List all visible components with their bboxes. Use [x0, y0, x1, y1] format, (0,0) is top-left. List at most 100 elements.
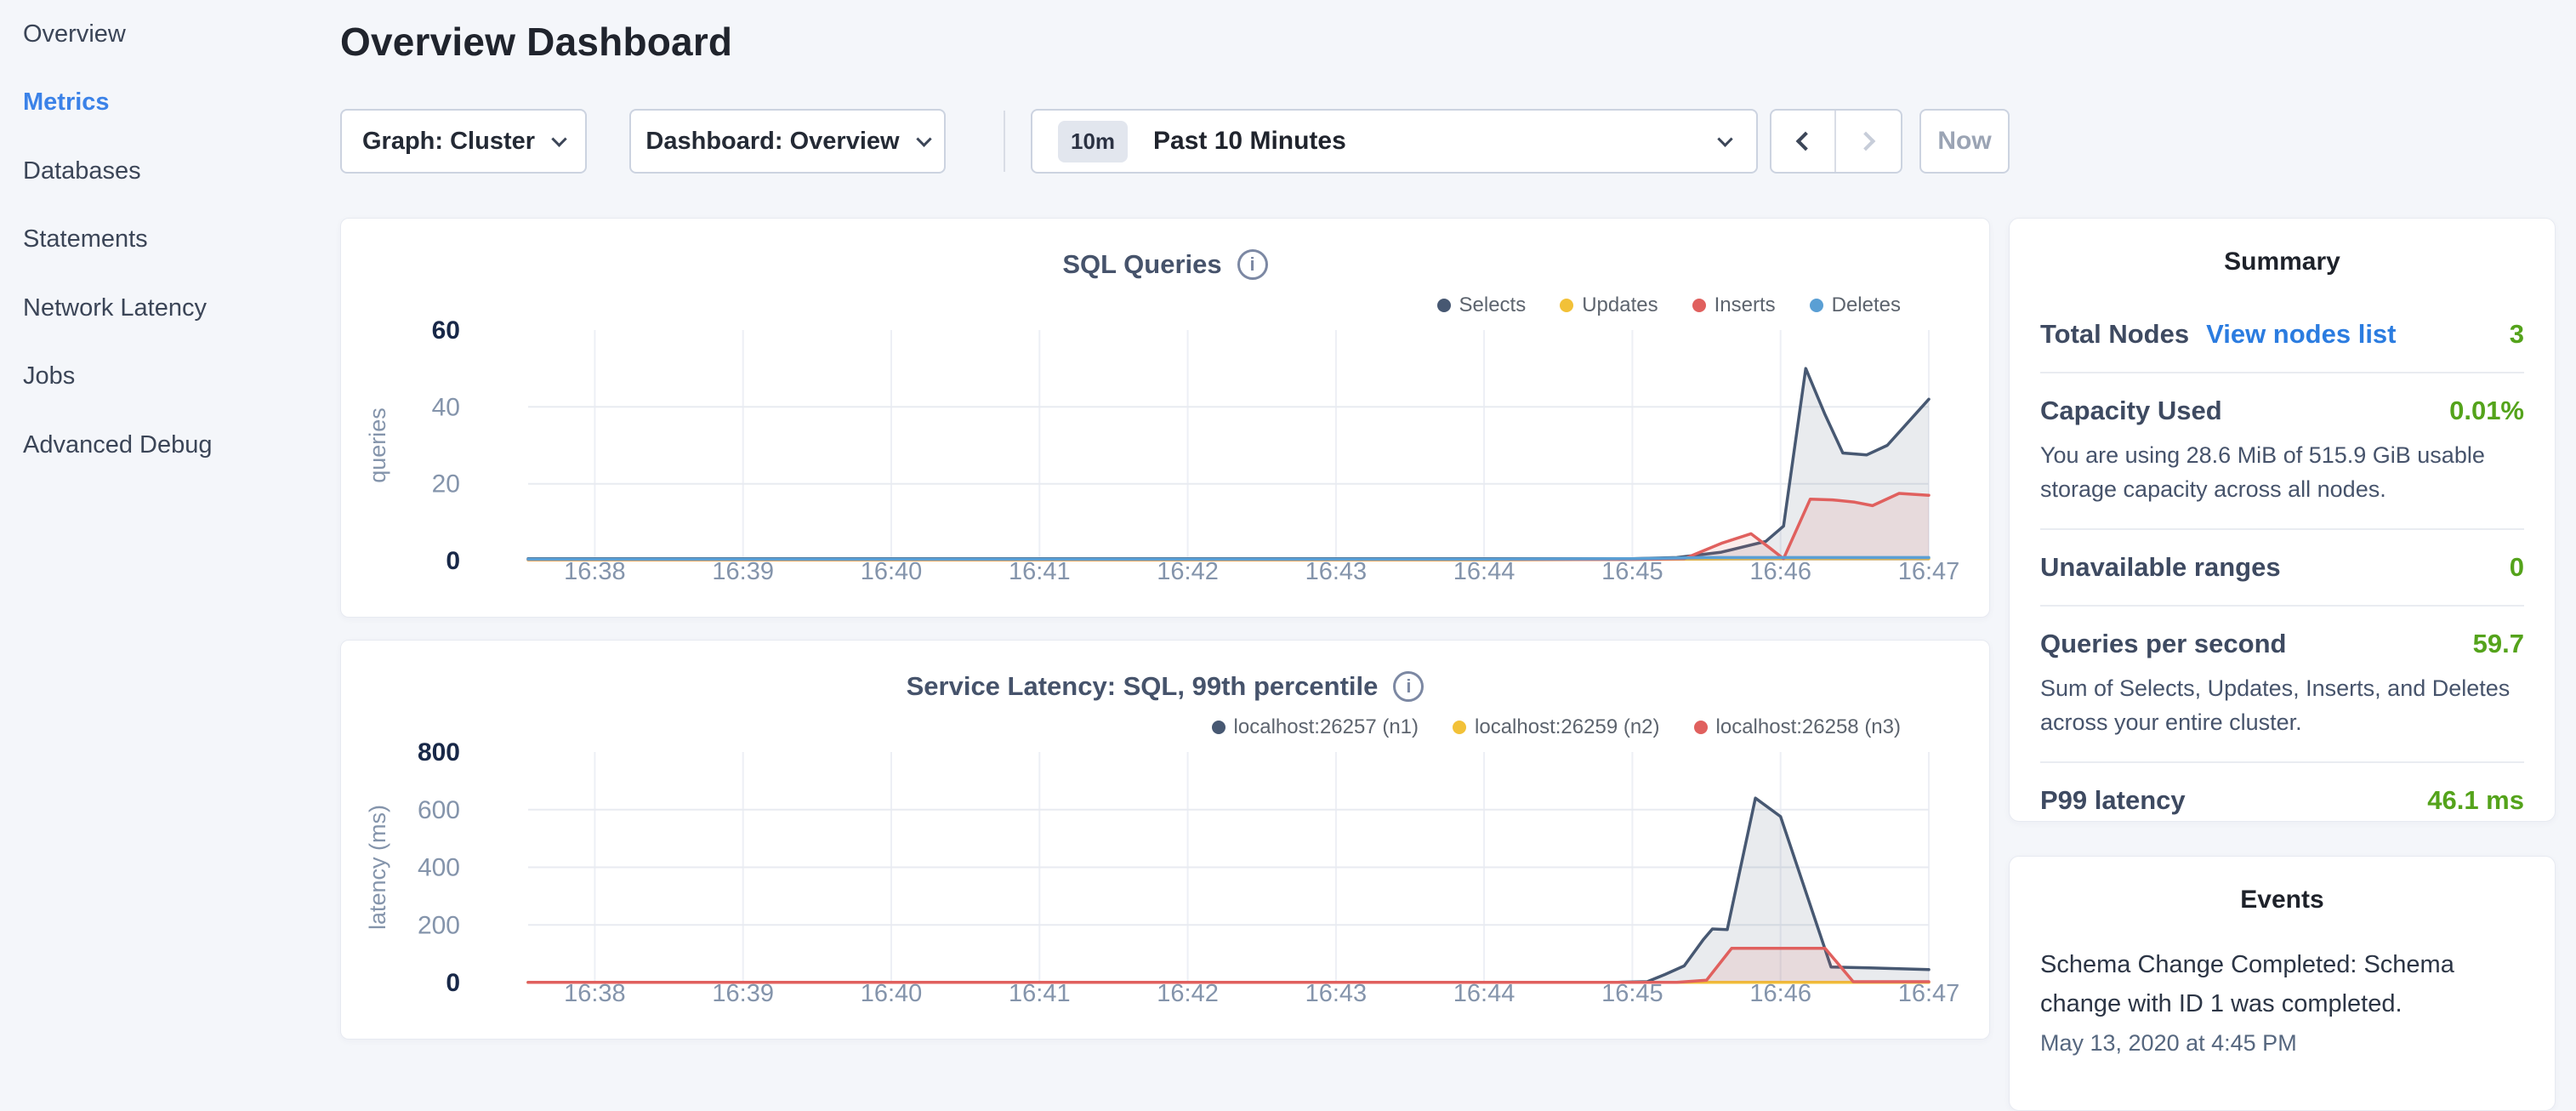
svg-text:16:44: 16:44	[1453, 980, 1515, 1007]
chevron-down-icon	[551, 131, 566, 146]
chart-title: Service Latency: SQL, 99th percentile	[907, 671, 1379, 702]
legend-item[interactable]: localhost:26259 (n2)	[1453, 715, 1659, 739]
sidebar-nav-list: Overview Metrics Databases Statements Ne…	[0, 0, 340, 480]
svg-text:800: 800	[418, 738, 460, 766]
now-button[interactable]: Now	[1919, 109, 2010, 174]
chevron-right-icon	[1857, 132, 1876, 151]
legend-item[interactable]: localhost:26258 (n3)	[1694, 715, 1901, 739]
svg-text:16:42: 16:42	[1157, 980, 1219, 1007]
info-icon[interactable]: i	[1237, 249, 1268, 280]
view-nodes-list-link[interactable]: View nodes list	[2206, 319, 2396, 350]
legend-dot-icon	[1810, 299, 1823, 312]
legend-dot-icon	[1692, 299, 1706, 312]
summary-row-label: Capacity Used	[2040, 396, 2222, 426]
summary-row-value: 46.1 ms	[2427, 785, 2524, 816]
events-panel: Events Schema Change Completed: Schema c…	[2009, 856, 2556, 1111]
svg-text:16:45: 16:45	[1601, 980, 1663, 1007]
summary-row-label: Queries per second	[2040, 629, 2286, 659]
svg-text:16:46: 16:46	[1749, 558, 1811, 585]
summary-row-p99-latency: P99 latency 46.1 ms	[2040, 761, 2524, 838]
svg-text:16:45: 16:45	[1601, 558, 1663, 585]
svg-text:16:39: 16:39	[712, 980, 774, 1007]
graph-scope-dropdown-label: Graph: Cluster	[362, 128, 535, 156]
svg-text:16:42: 16:42	[1157, 558, 1219, 585]
legend-item[interactable]: localhost:26257 (n1)	[1212, 715, 1419, 739]
time-prev-button[interactable]	[1771, 111, 1836, 172]
svg-text:400: 400	[418, 854, 460, 882]
time-range-badge: 10m	[1058, 121, 1128, 162]
legend-item[interactable]: Updates	[1560, 293, 1658, 317]
svg-text:40: 40	[432, 393, 460, 421]
summary-row-description: You are using 28.6 MiB of 515.9 GiB usab…	[2040, 438, 2524, 506]
toolbar-divider	[1004, 111, 1005, 172]
time-range-label: Past 10 Minutes	[1153, 127, 1346, 156]
chart-legend: Selects Updates Inserts Deletes	[1437, 293, 1902, 317]
time-pager	[1770, 109, 1902, 174]
legend-dot-icon	[1453, 721, 1466, 734]
sidebar-item-metrics[interactable]: Metrics	[23, 69, 340, 138]
summary-row-total-nodes: Total Nodes View nodes list 3	[2040, 297, 2524, 372]
sidebar-item-databases[interactable]: Databases	[23, 137, 340, 206]
summary-row-value: 0	[2510, 552, 2524, 583]
service-latency-chart-card: 16:3816:3916:4016:4116:4216:4316:4416:45…	[340, 640, 1990, 1040]
page-title: Overview Dashboard	[340, 19, 732, 65]
event-message: Schema Change Completed: Schema change w…	[2040, 945, 2524, 1023]
sidebar-item-jobs[interactable]: Jobs	[23, 343, 340, 412]
summary-row-label: Total Nodes	[2040, 319, 2189, 350]
svg-text:16:39: 16:39	[712, 558, 774, 585]
event-timestamp: May 13, 2020 at 4:45 PM	[2040, 1030, 2524, 1057]
summary-row-label: Unavailable ranges	[2040, 552, 2281, 583]
time-next-button[interactable]	[1836, 111, 1901, 172]
svg-text:16:46: 16:46	[1749, 980, 1811, 1007]
sql-queries-chart-card: 16:3816:3916:4016:4116:4216:4316:4416:45…	[340, 218, 1990, 618]
legend-dot-icon	[1437, 299, 1451, 312]
summary-row-queries-per-second: Queries per second 59.7 Sum of Selects, …	[2040, 605, 2524, 761]
info-icon[interactable]: i	[1393, 671, 1424, 702]
svg-text:queries: queries	[365, 407, 390, 483]
svg-text:20: 20	[432, 470, 460, 499]
sidebar-item-advanced-debug[interactable]: Advanced Debug	[23, 411, 340, 480]
svg-text:16:38: 16:38	[564, 980, 626, 1007]
legend-dot-icon	[1212, 721, 1225, 734]
svg-text:16:43: 16:43	[1305, 558, 1368, 585]
svg-text:16:38: 16:38	[564, 558, 626, 585]
legend-item[interactable]: Selects	[1437, 293, 1527, 317]
events-panel-title: Events	[2040, 886, 2524, 914]
svg-text:16:40: 16:40	[861, 980, 923, 1007]
now-button-label: Now	[1937, 127, 1991, 156]
summary-row-unavailable-ranges: Unavailable ranges 0	[2040, 528, 2524, 605]
chart-title: SQL Queries	[1062, 249, 1221, 280]
svg-text:16:41: 16:41	[1009, 558, 1071, 585]
svg-text:16:47: 16:47	[1898, 980, 1960, 1007]
sidebar-item-statements[interactable]: Statements	[23, 206, 340, 275]
legend-dot-icon	[1694, 721, 1708, 734]
svg-text:16:43: 16:43	[1305, 980, 1368, 1007]
chart-legend: localhost:26257 (n1) localhost:26259 (n2)…	[1212, 715, 1901, 739]
chevron-down-icon	[1717, 131, 1732, 146]
svg-text:0: 0	[446, 547, 460, 575]
summary-row-label: P99 latency	[2040, 785, 2186, 816]
summary-row-value: 3	[2510, 319, 2524, 350]
svg-text:latency (ms): latency (ms)	[365, 805, 390, 930]
sidebar-item-network-latency[interactable]: Network Latency	[23, 274, 340, 343]
summary-row-value: 0.01%	[2449, 396, 2524, 426]
svg-text:16:47: 16:47	[1898, 558, 1960, 585]
summary-panel: Summary Total Nodes View nodes list 3 Ca…	[2009, 218, 2556, 822]
dashboard-dropdown-label: Dashboard: Overview	[645, 128, 899, 156]
svg-text:600: 600	[418, 796, 460, 824]
sidebar: Overview Metrics Databases Statements Ne…	[0, 0, 340, 1051]
legend-dot-icon	[1560, 299, 1573, 312]
summary-row-description: Sum of Selects, Updates, Inserts, and De…	[2040, 671, 2524, 739]
event-list-item: Schema Change Completed: Schema change w…	[2040, 945, 2524, 1057]
dashboard-dropdown[interactable]: Dashboard: Overview	[629, 109, 946, 174]
time-range-dropdown[interactable]: 10m Past 10 Minutes	[1031, 109, 1758, 174]
legend-item[interactable]: Inserts	[1692, 293, 1776, 317]
svg-text:200: 200	[418, 911, 460, 939]
summary-panel-title: Summary	[2040, 248, 2524, 276]
svg-text:60: 60	[432, 316, 460, 345]
sidebar-item-overview[interactable]: Overview	[23, 0, 340, 69]
graph-scope-dropdown[interactable]: Graph: Cluster	[340, 109, 587, 174]
summary-row-capacity-used: Capacity Used 0.01% You are using 28.6 M…	[2040, 372, 2524, 528]
legend-item[interactable]: Deletes	[1810, 293, 1901, 317]
svg-text:16:40: 16:40	[861, 558, 923, 585]
